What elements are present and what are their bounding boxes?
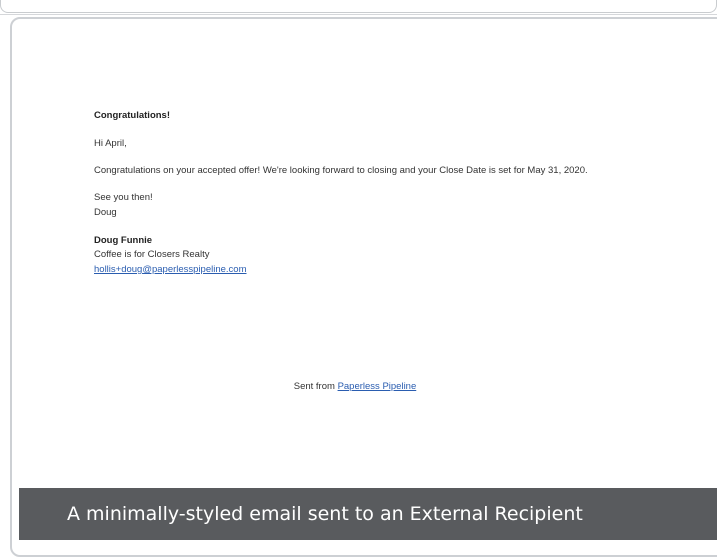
email-salutation: Hi April,	[94, 137, 127, 149]
image-caption: A minimally-styled email sent to an Exte…	[19, 488, 717, 540]
email-preview-frame	[10, 17, 717, 557]
email-message: Congratulations on your accepted offer! …	[94, 165, 588, 177]
email-heading: Congratulations!	[94, 110, 170, 121]
signature-email-link[interactable]: hollis+doug@paperlesspipeline.com	[94, 264, 247, 275]
top-panel-edge	[0, 0, 717, 15]
paperless-pipeline-link[interactable]: Paperless Pipeline	[338, 381, 417, 392]
signature-name: Doug Funnie	[94, 234, 153, 246]
email-body: Congratulations! Hi April, Congratulatio…	[94, 109, 614, 278]
email-footer: Sent from Paperless Pipeline	[0, 381, 620, 392]
email-signature: Doug Funnie Coffee is for Closers Realty…	[94, 234, 614, 278]
email-closing-name: Doug	[94, 206, 117, 218]
signature-company: Coffee is for Closers Realty	[94, 249, 210, 261]
footer-prefix: Sent from	[293, 381, 338, 392]
email-closing-line: See you then!	[94, 192, 153, 204]
